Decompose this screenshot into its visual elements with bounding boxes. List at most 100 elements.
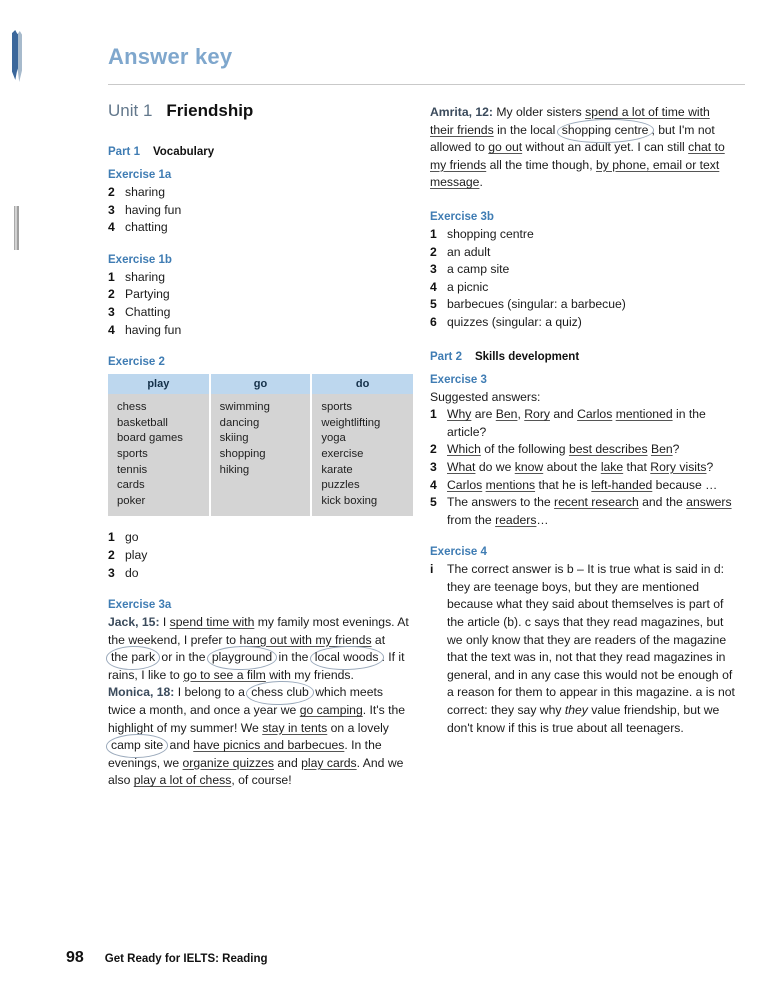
- list-item-text: play: [125, 547, 148, 562]
- circled-annotation: shopping centre: [559, 122, 652, 140]
- exercise-2-block: Exercise 2 play go do chess basketball board…: [108, 356, 413, 582]
- verb-collocation-table: play go do chess basketball board games sport…: [108, 374, 413, 517]
- circled-annotation: local woods: [312, 649, 382, 667]
- table-column-header: do: [311, 374, 413, 395]
- list-marker: 1: [108, 530, 115, 545]
- table-cell-entry: dancing: [219, 416, 260, 429]
- list-item: 3 What do we know about the lake that Ror…: [430, 459, 735, 477]
- table-cell-entry: sports: [117, 447, 148, 460]
- unit-name: Friendship: [166, 101, 254, 120]
- underlined-phrase: Rory: [524, 407, 550, 422]
- exercise-4-list: i The correct answer is b – It is true wh…: [430, 561, 735, 737]
- monica-answer-paragraph: Monica, 18: I belong to a chess club whi…: [108, 684, 413, 790]
- list-item-text: barbecues (singular: a barbecue): [447, 297, 626, 312]
- exercise-1a-list: 2 sharing 3 having fun 4 chatting: [108, 184, 413, 237]
- underlined-phrase: recent research: [554, 495, 639, 510]
- underlined-phrase: organize quizzes: [182, 755, 274, 770]
- circled-annotation: chess club: [248, 684, 312, 702]
- underlined-phrase: left-handed: [591, 477, 653, 492]
- list-marker: 4: [430, 477, 437, 492]
- list-item: 2 play: [108, 547, 413, 565]
- list-item-text: Carlos mentions that he is left-handed b…: [447, 477, 718, 492]
- list-marker: 4: [108, 322, 115, 337]
- underlined-phrase: mentions: [485, 477, 536, 492]
- list-marker: 3: [108, 304, 115, 319]
- part-1-name: Vocabulary: [152, 146, 215, 158]
- underlined-phrase: Rory visits: [650, 459, 707, 474]
- underlined-phrase: Ben: [495, 407, 518, 422]
- list-marker: 3: [108, 202, 115, 217]
- part-2-heading: Part 2 Skills development: [430, 351, 735, 363]
- table-cell: sports weightlifting yoga exercise karate puz…: [311, 394, 413, 517]
- list-item: 1 go: [108, 529, 413, 547]
- italic-phrase: they: [564, 703, 588, 718]
- table-cell-entry: skiing: [219, 432, 249, 445]
- amrita-speaker-label: Amrita, 12:: [430, 105, 493, 119]
- list-marker: 4: [430, 279, 437, 294]
- list-marker: 2: [430, 244, 437, 259]
- underlined-phrase: go out: [488, 140, 523, 155]
- list-item-text: Why are Ben, Rory and Carlos mentioned i…: [447, 407, 706, 439]
- exercise-3-heading: Exercise 3: [430, 373, 487, 386]
- exercise-4-block: Exercise 4 i The correct answer is b – It…: [430, 546, 735, 737]
- unit-heading: Unit 1 Friendship: [108, 101, 253, 121]
- list-item: 4 having fun: [108, 322, 413, 340]
- circled-annotation: playground: [209, 649, 275, 667]
- table-cell-entry: poker: [117, 494, 146, 507]
- list-item-text: Which of the following best describes Be…: [447, 442, 680, 457]
- list-item: 5 barbecues (singular: a barbecue): [430, 296, 735, 314]
- list-item: 1 shopping centre: [430, 226, 735, 244]
- list-item-text: having fun: [125, 322, 182, 337]
- list-item: 4 a picnic: [430, 279, 735, 297]
- exercise-2-list: 1 go 2 play 3 do: [108, 529, 413, 582]
- list-item-text: What do we know about the lake that Rory…: [447, 459, 714, 474]
- unit-label: Unit 1: [108, 101, 153, 120]
- table-cell-entry: karate: [321, 463, 353, 476]
- list-item-text: Chatting: [125, 304, 171, 319]
- list-item: 3 do: [108, 565, 413, 583]
- exercise-1a-block: Exercise 1a 2 sharing 3 having fun 4 chatting: [108, 169, 413, 237]
- table-cell-entry: swimming: [219, 401, 270, 414]
- table-row: chess basketball board games sports tennis ca…: [108, 394, 413, 517]
- exercise-3-list: 1 Why are Ben, Rory and Carlos mentioned …: [430, 406, 735, 529]
- list-item-text: sharing: [125, 269, 165, 284]
- exercise-3a-block: Exercise 3a Jack, 15: I spend time with …: [108, 599, 413, 790]
- list-item-text: a camp site: [447, 262, 510, 277]
- underlined-phrase: answers: [686, 495, 732, 510]
- list-item: i The correct answer is b – It is true wh…: [430, 561, 735, 737]
- book-title: Get Ready for IELTS: Reading: [104, 953, 268, 965]
- list-item-text: a picnic: [447, 279, 489, 294]
- table-cell-entry: chess: [117, 401, 147, 414]
- list-item-text: go: [125, 530, 139, 545]
- table-cell-entry: board games: [117, 432, 183, 445]
- exercise-1a-heading: Exercise 1a: [108, 169, 172, 181]
- exercise-1b-list: 1 sharing 2 Partying 3 Chatting 4 having fun: [108, 269, 413, 339]
- table-cell-entry: basketball: [117, 416, 168, 429]
- underlined-phrase: stay in tents: [262, 720, 328, 735]
- table-cell-entry: cards: [117, 479, 145, 492]
- underlined-phrase: know: [514, 459, 544, 474]
- table-column-header: play: [108, 374, 211, 395]
- list-marker: 1: [430, 407, 437, 422]
- list-item: 2 an adult: [430, 244, 735, 262]
- circled-annotation: camp site: [108, 737, 166, 755]
- list-item-text: The answers to the recent research and t…: [447, 495, 732, 527]
- list-marker: 2: [108, 547, 115, 562]
- underlined-phrase: hang out with my friends: [239, 632, 372, 647]
- list-marker: 1: [430, 226, 437, 241]
- list-marker: 2: [108, 185, 115, 199]
- underlined-phrase: best describes: [568, 442, 648, 457]
- list-item: 1 sharing: [108, 269, 413, 287]
- list-marker: 6: [430, 314, 437, 329]
- list-item: 5 The answers to the recent research and …: [430, 494, 735, 529]
- table-cell: swimming dancing skiing shopping hiking: [209, 394, 313, 517]
- table-cell-entry: exercise: [321, 447, 364, 460]
- list-item-text: shopping centre: [447, 226, 534, 241]
- part-2-label: Part 2: [430, 350, 462, 363]
- page-footer: 98 Get Ready for IELTS: Reading: [66, 949, 268, 967]
- list-item: 3 a camp site: [430, 261, 735, 279]
- list-marker: 4: [108, 220, 115, 235]
- list-item: 6 quizzes (singular: a quiz): [430, 314, 735, 332]
- left-column: Part 1 Vocabulary Exercise 1a 2 sharing 3 ha…: [108, 146, 413, 790]
- list-item: 4 chatting: [108, 219, 413, 237]
